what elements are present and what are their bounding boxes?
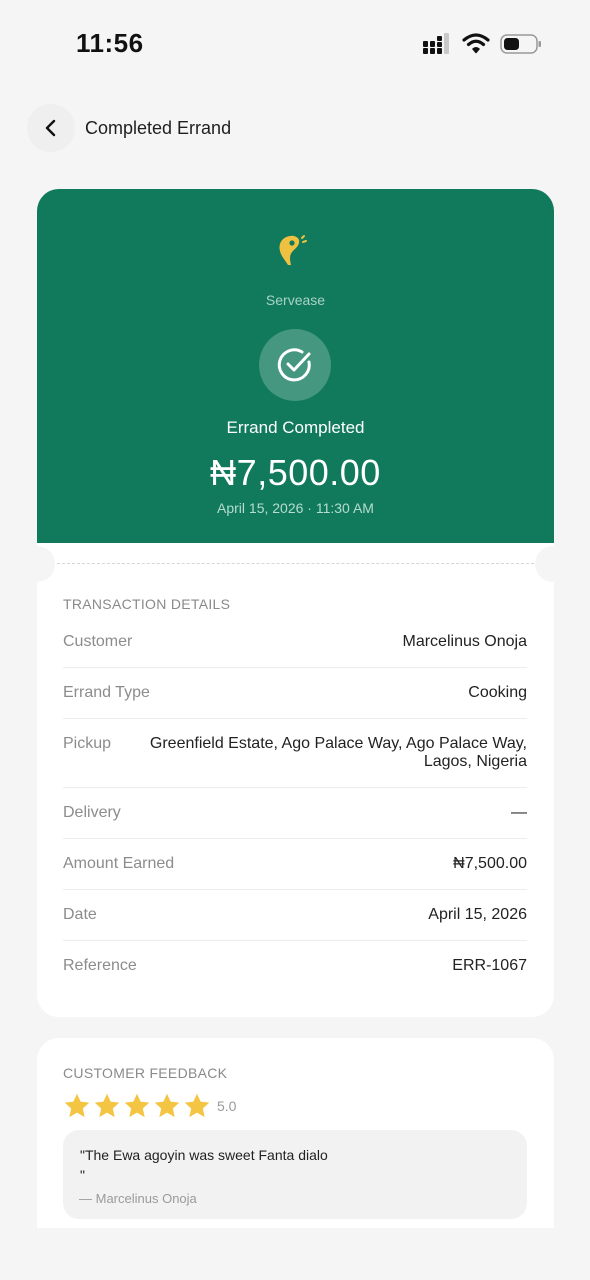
row-divider (63, 889, 527, 890)
detail-label: Reference (63, 957, 137, 974)
detail-value: Cooking (468, 684, 527, 701)
row-divider (63, 718, 527, 719)
detail-value: April 15, 2026 (428, 906, 527, 923)
detail-value: — (511, 804, 527, 821)
row-divider (63, 787, 527, 788)
detail-value: ERR-1067 (452, 957, 527, 974)
cellular-signal-icon (423, 33, 449, 54)
success-badge (259, 329, 331, 401)
status-time: 11:56 (76, 28, 144, 58)
transaction-details-card (37, 543, 554, 1017)
page-title: Completed Errand (85, 118, 232, 138)
back-button[interactable] (27, 104, 75, 152)
servease-logo-icon (279, 235, 307, 265)
star-icon (124, 1093, 150, 1118)
feedback-author: — Marcelinus Onoja (79, 1191, 197, 1206)
detail-value: Greenfield Estate, Ago Palace Way, Ago P… (149, 735, 527, 770)
ticket-notch (19, 546, 55, 582)
star-icon (184, 1093, 210, 1118)
detail-label: Date (63, 906, 97, 923)
amount-total: ₦7,500.00 (210, 452, 381, 493)
detail-label: Errand Type (63, 684, 150, 701)
detail-label: Delivery (63, 804, 121, 821)
star-icon (64, 1093, 90, 1118)
detail-label: Customer (63, 633, 133, 650)
dashed-divider (57, 563, 534, 564)
star-icon (94, 1093, 120, 1118)
wifi-icon (462, 33, 490, 54)
detail-label: Pickup (63, 735, 112, 752)
completion-datetime: April 15, 2026 · 11:30 AM (217, 500, 374, 516)
check-circle-icon (277, 348, 311, 382)
feedback-quote: "The Ewa agoyin was sweet Fanta dialo " (80, 1147, 328, 1183)
transaction-details-heading: TRANSACTION DETAILS (63, 596, 231, 612)
rating-value: 5.0 (217, 1098, 237, 1114)
detail-value: Marcelinus Onoja (402, 633, 528, 650)
chevron-left-icon (45, 119, 56, 137)
row-divider (63, 838, 527, 839)
row-divider (63, 940, 527, 941)
detail-label: Amount Earned (63, 855, 175, 872)
status-bar: 11:56 (0, 0, 590, 88)
star-rating (63, 1092, 213, 1120)
brand-name: Servease (265, 292, 326, 308)
row-divider (63, 667, 527, 668)
detail-value: ₦7,500.00 (453, 855, 527, 872)
header: Completed Errand (0, 104, 590, 154)
star-icon (154, 1093, 180, 1118)
battery-icon (500, 34, 541, 54)
errand-status: Errand Completed (226, 418, 365, 437)
customer-feedback-heading: CUSTOMER FEEDBACK (63, 1065, 228, 1081)
ticket-notch (535, 546, 571, 582)
